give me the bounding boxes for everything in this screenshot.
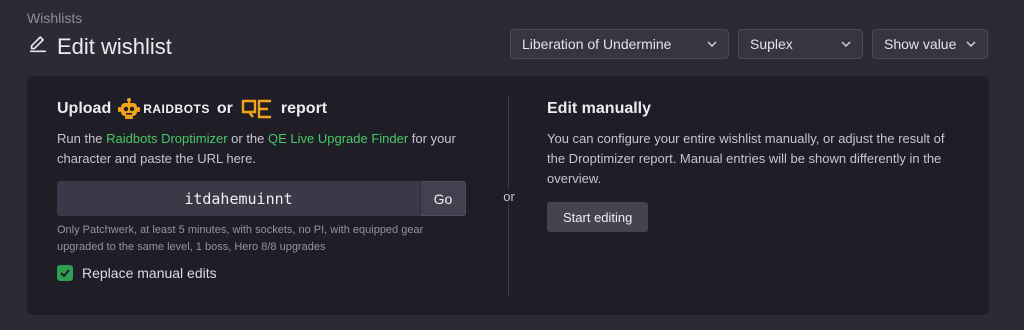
show-value-select[interactable]: Show value: [872, 29, 988, 59]
raidbots-droptimizer-link[interactable]: Raidbots Droptimizer: [106, 131, 227, 146]
upload-hint: Only Patchwerk, at least 5 minutes, with…: [57, 224, 424, 253]
show-value-select-value: Show value: [884, 36, 957, 52]
raidbots-logo: RAIDBOTS: [118, 98, 210, 120]
wishlist-panel: Upload RAIDBOTS or report Run the Raidbo…: [27, 76, 989, 315]
upload-description: Run the Raidbots Droptimizer or the QE L…: [57, 129, 467, 169]
chevron-down-icon: [966, 41, 976, 48]
boss-select[interactable]: Suplex: [738, 29, 863, 59]
checkmark-icon: [60, 269, 70, 278]
manual-description: You can configure your entire wishlist m…: [547, 131, 945, 186]
manual-heading: Edit manually: [547, 100, 652, 117]
upload-heading-prefix: Upload: [57, 100, 112, 117]
report-url-input[interactable]: [57, 181, 420, 216]
raidbots-robot-icon: [118, 98, 141, 119]
desc-text: or the: [227, 131, 268, 146]
start-editing-button[interactable]: Start editing: [547, 202, 649, 232]
upload-section: Upload RAIDBOTS or report Run the Raidbo…: [57, 98, 477, 281]
boss-select-value: Suplex: [750, 36, 793, 52]
or-separator: or: [499, 189, 519, 204]
desc-text: Run the: [57, 131, 107, 146]
manual-section: Edit manually You can configure your ent…: [547, 98, 957, 232]
raid-select[interactable]: Liberation of Undermine: [510, 29, 729, 59]
page-title: Edit wishlist: [57, 33, 172, 59]
replace-manual-edits-checkbox[interactable]: [57, 265, 73, 281]
raid-select-value: Liberation of Undermine: [522, 36, 672, 52]
chevron-down-icon: [707, 41, 717, 48]
upload-heading-or: or: [216, 100, 233, 117]
filter-selects: Liberation of Undermine Suplex Show valu…: [510, 29, 988, 59]
raidbots-logo-text: RAIDBOTS: [143, 102, 210, 116]
url-input-group: Go: [57, 181, 467, 216]
qe-logo-icon: [241, 99, 271, 119]
upload-heading: Upload RAIDBOTS or report: [57, 98, 477, 120]
qe-logo: [240, 99, 274, 119]
replace-manual-edits-label: Replace manual edits: [82, 265, 217, 281]
chevron-down-icon: [841, 41, 851, 48]
breadcrumb[interactable]: Wishlists: [27, 10, 82, 26]
page-header: Edit wishlist: [27, 33, 172, 60]
go-button[interactable]: Go: [420, 181, 466, 216]
upload-heading-suffix: report: [280, 100, 328, 117]
replace-manual-edits-option[interactable]: Replace manual edits: [57, 265, 477, 281]
pencil-icon: [27, 33, 49, 60]
qe-upgrade-finder-link[interactable]: QE Live Upgrade Finder: [268, 131, 408, 146]
